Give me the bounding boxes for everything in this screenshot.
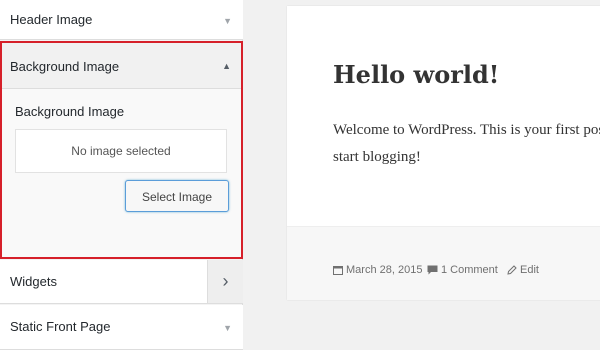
post-edit-text: Edit — [520, 264, 539, 277]
calendar-icon — [333, 266, 343, 276]
chevron-up-icon: ▲ — [222, 61, 231, 71]
image-placeholder: No image selected — [15, 129, 227, 173]
section-title: Static Front Page — [10, 319, 111, 334]
section-title: Widgets — [10, 274, 57, 289]
section-header-image[interactable]: Header Image ▼ — [0, 0, 243, 40]
chevron-down-icon: ▼ — [223, 323, 232, 333]
select-image-button[interactable]: Select Image — [125, 180, 229, 212]
post-content-line: Welcome to WordPress. This is your first… — [333, 122, 600, 138]
customizer-panel: Header Image ▼ Background Image ▲ Backgr… — [0, 0, 243, 350]
post-comments-link[interactable]: 1 Comment — [427, 263, 498, 277]
post-card: Hello world! Welcome to WordPress. This … — [287, 6, 600, 300]
post-content: Welcome to WordPress. This is your first… — [333, 117, 600, 171]
section-background-image: Background Image ▲ Background Image No i… — [0, 41, 243, 259]
post-edit-link[interactable]: Edit — [507, 263, 539, 277]
chevron-down-icon: ▼ — [223, 16, 232, 26]
chevron-right-icon[interactable]: › — [207, 260, 243, 303]
comment-icon — [427, 265, 438, 275]
post-comments-text: 1 Comment — [441, 264, 498, 277]
background-image-label: Background Image — [15, 104, 125, 119]
post-date-text: March 28, 2015 — [346, 264, 423, 277]
section-background-image-header[interactable]: Background Image ▲ — [2, 43, 241, 89]
section-title: Background Image — [10, 59, 120, 74]
post-meta: March 28, 2015 1 Comment Edit — [287, 226, 600, 300]
section-static-front-page[interactable]: Static Front Page ▼ — [0, 305, 243, 350]
section-title: Header Image — [10, 12, 93, 27]
site-preview: Hello world! Welcome to WordPress. This … — [243, 0, 600, 350]
post-date[interactable]: March 28, 2015 — [333, 263, 422, 277]
post-content-line: start blogging! — [333, 149, 421, 165]
pencil-icon — [507, 265, 517, 275]
post-title[interactable]: Hello world! — [333, 60, 499, 89]
section-widgets[interactable]: Widgets › — [0, 260, 243, 304]
